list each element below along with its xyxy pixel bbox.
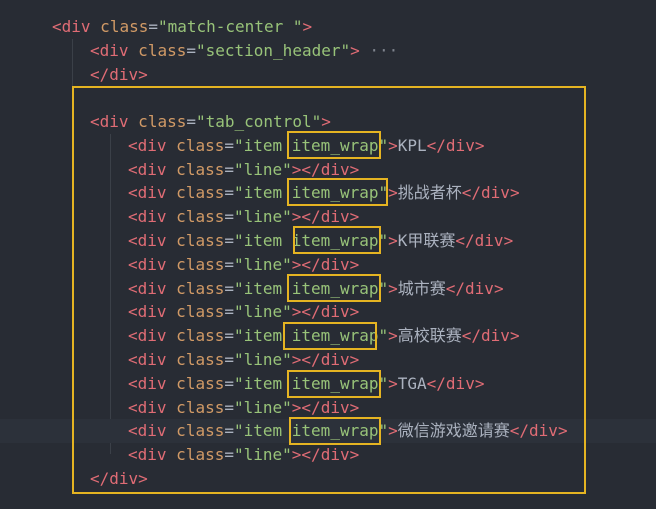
item-wrap-highlight-box [287,370,381,398]
code-token-str: "match-center " [157,17,303,36]
code-editor[interactable]: <div class="match-center "> <div class="s… [0,0,656,509]
item-wrap-highlight-box [287,178,388,206]
code-token-attr: class [128,41,187,60]
code-token-punc: = [148,17,158,36]
code-token-tag: < [90,41,100,60]
code-token-punc: = [186,41,196,60]
code-token-tag: div [61,17,91,36]
code-token-tag: > [302,17,313,36]
item-wrap-highlight-box [287,274,381,302]
item-wrap-highlight-box [283,322,377,350]
code-token-tag: </ [90,65,110,84]
code-token-tag: div [109,65,139,84]
code-line[interactable]: </div> [0,63,656,87]
code-token-tag: < [52,17,62,36]
code-token-tag: div [99,41,129,60]
code-token-tag: > [350,41,360,60]
code-token-str: "section_header" [195,41,351,60]
item-wrap-highlight-box [293,226,381,254]
code-line[interactable]: <div class="match-center "> [0,15,656,39]
code-token-fold: ··· [359,41,399,60]
code-line[interactable]: <div class="section_header"> ··· [0,39,656,63]
item-wrap-highlight-box [289,417,381,445]
item-wrap-highlight-box [287,131,381,159]
code-token-attr: class [90,17,149,36]
code-token-tag: > [138,65,148,84]
